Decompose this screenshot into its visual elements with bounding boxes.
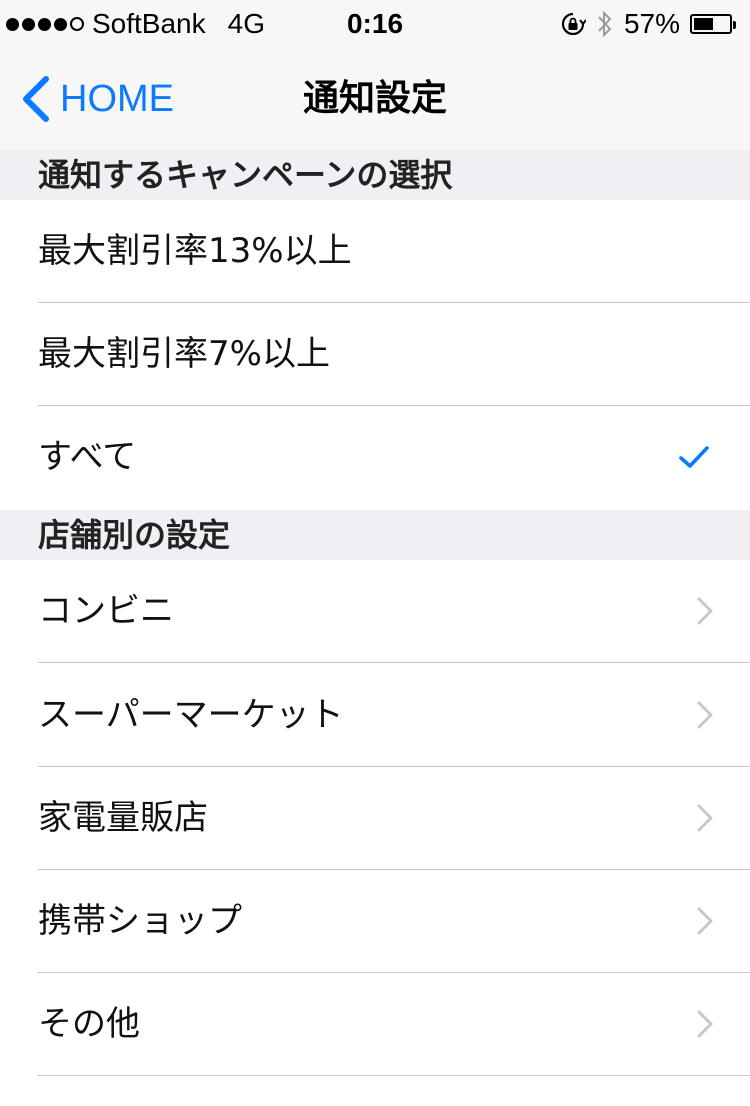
- row-label: 最大割引率7%以上: [38, 334, 330, 374]
- battery-icon: [690, 14, 736, 34]
- navigation-bar: HOME 通知設定: [0, 48, 750, 151]
- row-label: コンビニ: [38, 591, 174, 631]
- store-item-mobile-shop[interactable]: 携帯ショップ: [0, 870, 750, 973]
- status-right: 57%: [560, 6, 736, 42]
- row-divider: [38, 1075, 750, 1076]
- section-header-stores: 店舗別の設定: [0, 510, 750, 560]
- row-divider: [38, 662, 750, 663]
- campaign-option-7-percent[interactable]: 最大割引率7%以上: [0, 303, 750, 406]
- battery-level: [694, 18, 713, 30]
- store-item-electronics[interactable]: 家電量販店: [0, 767, 750, 870]
- row-label: 携帯ショップ: [38, 901, 242, 941]
- campaign-option-all[interactable]: すべて: [0, 406, 750, 509]
- chevron-right-icon: [697, 701, 713, 729]
- campaign-option-13-percent[interactable]: 最大割引率13%以上: [0, 200, 750, 303]
- store-item-other[interactable]: その他: [0, 973, 750, 1076]
- row-label: すべて: [38, 437, 137, 477]
- chevron-right-icon: [697, 804, 713, 832]
- back-button[interactable]: HOME: [18, 48, 174, 150]
- chevron-left-icon: [23, 76, 49, 122]
- chevron-right-icon: [697, 907, 713, 935]
- status-bar: SoftBank 4G 0:16 57%: [0, 0, 750, 48]
- row-label: 家電量販店: [38, 798, 208, 838]
- row-label: スーパーマーケット: [38, 695, 344, 735]
- battery-percent-label: 57%: [623, 8, 680, 39]
- section-header-campaign: 通知するキャンペーンの選択: [0, 150, 750, 200]
- chevron-right-icon: [697, 1010, 713, 1038]
- back-button-label: HOME: [60, 77, 174, 120]
- chevron-right-icon: [697, 597, 713, 625]
- orientation-lock-icon: [561, 12, 586, 36]
- bluetooth-icon: [598, 10, 612, 38]
- row-label: 最大割引率13%以上: [38, 231, 352, 271]
- row-label: その他: [38, 1004, 140, 1044]
- checkmark-icon: [679, 446, 709, 468]
- store-item-supermarket[interactable]: スーパーマーケット: [0, 664, 750, 767]
- store-item-convenience[interactable]: コンビニ: [0, 560, 750, 663]
